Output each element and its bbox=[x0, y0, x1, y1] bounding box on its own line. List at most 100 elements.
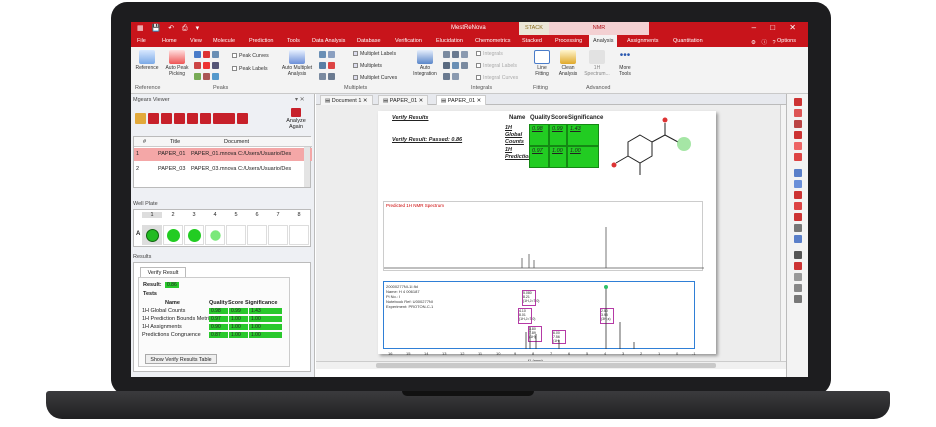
cursor-icon[interactable] bbox=[794, 169, 802, 177]
quick-access-toolbar[interactable]: ▦ 💾 ↶ ⎙ ▾ bbox=[137, 24, 202, 33]
well-a3[interactable] bbox=[184, 225, 204, 245]
well-a8[interactable] bbox=[289, 225, 309, 245]
export-icon[interactable] bbox=[794, 262, 802, 270]
integral-tool-icon-4[interactable] bbox=[443, 62, 450, 69]
peak-curves-checkbox[interactable]: Peak Curves bbox=[232, 53, 269, 59]
peak-tool-icon-8[interactable] bbox=[203, 73, 210, 80]
options-icon[interactable] bbox=[794, 295, 802, 303]
document-canvas[interactable]: Verify Results Verify Result: Passed: 0.… bbox=[316, 105, 786, 363]
integral-icon[interactable] bbox=[794, 202, 802, 210]
reference-button[interactable]: Reference bbox=[134, 50, 160, 71]
multiplet-icon[interactable] bbox=[794, 213, 802, 221]
multiplet-tool-icon-3[interactable] bbox=[319, 62, 326, 69]
table-scrollbar[interactable] bbox=[304, 147, 310, 187]
menu-processing[interactable]: Processing bbox=[555, 38, 582, 44]
crop-icon[interactable] bbox=[794, 153, 802, 161]
integral-tool-icon-7[interactable] bbox=[443, 73, 450, 80]
well-a2[interactable] bbox=[163, 225, 183, 245]
pan-icon[interactable] bbox=[794, 131, 802, 139]
well-a7[interactable] bbox=[268, 225, 288, 245]
multiplets-checkbox[interactable]: Multiplets bbox=[353, 63, 382, 69]
peak-tool-icon-5[interactable] bbox=[203, 62, 210, 69]
verify-result-tab[interactable]: Verify Result bbox=[140, 267, 186, 277]
menu-chemometrics[interactable]: Chemometrics bbox=[475, 38, 510, 44]
window-controls[interactable]: – □ ✕ bbox=[752, 23, 802, 32]
menu-analysis[interactable]: Analysis bbox=[589, 35, 618, 47]
menu-view[interactable]: View bbox=[190, 38, 202, 44]
peak-tool-icon-6[interactable] bbox=[212, 62, 219, 69]
peak-labels-checkbox[interactable]: Peak Labels bbox=[232, 66, 268, 72]
integral-tool-icon-1[interactable] bbox=[443, 51, 450, 58]
grid-icon[interactable] bbox=[794, 284, 802, 292]
zoom-out-icon[interactable] bbox=[794, 109, 802, 117]
well-a4[interactable] bbox=[205, 225, 225, 245]
crosshair-icon[interactable] bbox=[794, 224, 802, 232]
peak-icon[interactable] bbox=[794, 191, 802, 199]
integral-curves-checkbox[interactable]: Integral Curves bbox=[476, 75, 518, 81]
menu-elucidation[interactable]: Elucidation bbox=[436, 38, 463, 44]
integral-tool-icon-3[interactable] bbox=[461, 51, 468, 58]
select-icon[interactable] bbox=[794, 142, 802, 150]
analyze-again-button[interactable]: Analyze Again bbox=[281, 108, 311, 130]
line-fitting-button[interactable]: Line Fitting bbox=[531, 50, 553, 77]
menu-molecule[interactable]: Molecule bbox=[213, 38, 235, 44]
integral-tool-icon-8[interactable] bbox=[452, 73, 459, 80]
zoom-in-icon[interactable] bbox=[794, 98, 802, 106]
menu-options[interactable]: Options bbox=[777, 38, 796, 44]
h-spectrum-button[interactable]: 1H Spectrum... bbox=[583, 50, 611, 77]
integral-tool-icon-5[interactable] bbox=[452, 62, 459, 69]
multiplet-curves-checkbox[interactable]: Multiplet Curves bbox=[353, 75, 397, 81]
peak-tool-icon-3[interactable] bbox=[212, 51, 219, 58]
print-icon[interactable] bbox=[794, 251, 802, 259]
menu-file[interactable]: File bbox=[137, 38, 146, 44]
tab-paper-01-active[interactable]: ▤ PAPER_01 ✕ bbox=[436, 95, 487, 105]
multiplet-tool-icon-1[interactable] bbox=[319, 51, 326, 58]
window-icon[interactable] bbox=[174, 113, 185, 124]
menu-stacked[interactable]: Stacked bbox=[522, 38, 542, 44]
menu-home[interactable]: Home bbox=[162, 38, 177, 44]
scroll-thumb[interactable] bbox=[376, 363, 716, 368]
save-icon[interactable] bbox=[148, 113, 159, 124]
multiplet-tool-icon-2[interactable] bbox=[328, 51, 335, 58]
panel-controls-icon[interactable]: ▾ ✕ bbox=[295, 96, 305, 103]
multiplet-tool-icon-5[interactable] bbox=[319, 73, 326, 80]
layout-icon[interactable] bbox=[794, 273, 802, 281]
integrals-checkbox[interactable]: Integrals bbox=[476, 51, 503, 57]
menu-assignments[interactable]: Assignments bbox=[627, 38, 659, 44]
table-row[interactable]: 1 PAPER_01 PAPER_01.mnova C:/Users/Usuar… bbox=[134, 148, 312, 161]
table-icon[interactable] bbox=[237, 113, 248, 124]
peak-tool-icon-4[interactable] bbox=[194, 62, 201, 69]
database-icon[interactable] bbox=[161, 113, 172, 124]
integral-labels-checkbox[interactable]: Integral Labels bbox=[476, 63, 517, 69]
settings-gear-icon[interactable] bbox=[187, 113, 198, 124]
integral-tool-icon-2[interactable] bbox=[452, 51, 459, 58]
well-a6[interactable] bbox=[247, 225, 267, 245]
peak-tool-icon-1[interactable] bbox=[194, 51, 201, 58]
grid-icon[interactable] bbox=[213, 113, 235, 124]
peak-tool-icon-9[interactable] bbox=[212, 73, 219, 80]
menu-database[interactable]: Database bbox=[357, 38, 381, 44]
multiplet-tool-icon-4[interactable] bbox=[328, 62, 335, 69]
clipboard-icon[interactable] bbox=[200, 113, 211, 124]
tab-document-1[interactable]: ▤ Document 1 ✕ bbox=[320, 95, 373, 105]
menu-data-analysis[interactable]: Data Analysis bbox=[312, 38, 345, 44]
baseline-icon[interactable] bbox=[794, 235, 802, 243]
auto-integration-button[interactable]: Auto Integration bbox=[410, 50, 440, 77]
tab-paper-01[interactable]: ▤ PAPER_01 ✕ bbox=[378, 95, 429, 105]
show-verify-results-table-button[interactable]: Show Verify Results Table bbox=[145, 354, 217, 364]
multiplet-labels-checkbox[interactable]: Multiplet Labels bbox=[353, 51, 396, 57]
integral-tool-icon-6[interactable] bbox=[461, 62, 468, 69]
well-a5[interactable] bbox=[226, 225, 246, 245]
help-icons[interactable]: ⚙ ⓘ ? bbox=[751, 38, 778, 46]
menu-tools[interactable]: Tools bbox=[287, 38, 300, 44]
menu-verification[interactable]: Verification bbox=[395, 38, 422, 44]
fit-icon[interactable] bbox=[794, 120, 802, 128]
auto-peak-picking-button[interactable]: Auto Peak Picking bbox=[163, 50, 191, 77]
more-tools-button[interactable]: ••• More Tools bbox=[614, 50, 636, 77]
horizontal-scrollbar[interactable] bbox=[316, 361, 786, 369]
clean-analysis-button[interactable]: Clean Analysis bbox=[556, 50, 580, 77]
peak-tool-icon-2[interactable] bbox=[203, 51, 210, 58]
measure-icon[interactable] bbox=[794, 180, 802, 188]
menu-quantitation[interactable]: Quantitation bbox=[673, 38, 703, 44]
multiplet-tool-icon-6[interactable] bbox=[328, 73, 335, 80]
